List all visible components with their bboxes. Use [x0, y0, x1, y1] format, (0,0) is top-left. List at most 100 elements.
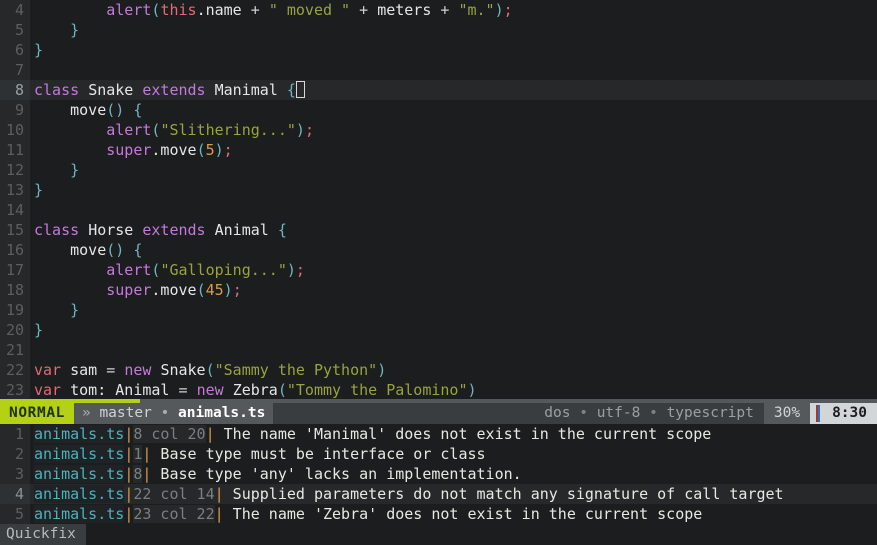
code-line[interactable]: 20} — [0, 320, 877, 340]
code-line[interactable]: 19 } — [0, 300, 877, 320]
code-line[interactable]: 12 } — [0, 160, 877, 180]
line-number: 6 — [0, 40, 30, 60]
code-text[interactable]: super.move(5); — [30, 140, 232, 160]
code-token: + — [350, 1, 378, 19]
code-text[interactable]: alert("Galloping..."); — [30, 260, 305, 280]
code-line[interactable]: 16 move() { — [0, 240, 877, 260]
quickfix-item[interactable]: 3 animals.ts|8| Base type 'any' lacks an … — [0, 464, 877, 484]
quickfix-list[interactable]: 1 animals.ts|8 col 20| The name 'Manimal'… — [0, 424, 877, 524]
vim-editor-window: 4 alert(this.name + " moved " + meters +… — [0, 0, 877, 545]
quickfix-item-body: animals.ts|22 col 14| Supplied parameter… — [30, 484, 784, 504]
file-encoding: utf-8 — [596, 405, 641, 421]
code-line[interactable]: 18 super.move(45); — [0, 280, 877, 300]
quickfix-message: Base type must be interface or class — [151, 445, 486, 463]
code-text[interactable]: class Horse extends Animal { — [30, 220, 287, 240]
quickfix-message: Base type 'any' lacks an implementation. — [151, 465, 522, 483]
code-token: ) — [494, 1, 504, 19]
code-text[interactable]: } — [30, 320, 43, 340]
code-token: Animal — [214, 221, 278, 239]
bottom-bar: Quickfix — [0, 524, 877, 545]
code-text[interactable]: var sam = new Snake("Sammy the Python") — [30, 360, 386, 380]
code-line[interactable]: 17 alert("Galloping..."); — [0, 260, 877, 280]
branch-arrow-icon: » — [81, 405, 91, 421]
code-text[interactable]: super.move(45); — [30, 280, 242, 300]
code-text[interactable]: } — [30, 300, 79, 320]
code-text[interactable]: } — [30, 180, 43, 200]
quickfix-item[interactable]: 1 animals.ts|8 col 20| The name 'Manimal'… — [0, 424, 877, 444]
line-number: 9 — [0, 100, 30, 120]
code-text[interactable]: } — [30, 20, 79, 40]
code-text[interactable]: move() { — [30, 240, 142, 260]
code-token: { — [286, 81, 296, 99]
line-number: 10 — [0, 120, 30, 140]
code-line[interactable]: 6} — [0, 40, 877, 60]
code-token: () — [106, 241, 134, 259]
code-token: alert — [106, 1, 152, 19]
code-line[interactable]: 11 super.move(5); — [0, 140, 877, 160]
code-line[interactable]: 15 class Horse extends Animal { — [0, 220, 877, 240]
separator-dot-icon-3: • — [649, 405, 658, 421]
quickfix-item-body: animals.ts|8 col 20| The name 'Manimal' … — [30, 424, 711, 444]
code-text[interactable]: class Snake extends Manimal { — [30, 80, 305, 100]
code-line[interactable]: 23 var tom: Animal = new Zebra("Tommy the… — [0, 380, 877, 400]
code-token: new — [124, 361, 161, 379]
code-text[interactable]: } — [30, 160, 79, 180]
line-number: 12 — [0, 160, 30, 180]
code-token: () — [106, 101, 134, 119]
quickfix-item[interactable]: 5 animals.ts|23 col 22| The name 'Zebra' … — [0, 504, 877, 524]
code-token: .name — [196, 1, 251, 19]
line-number: 20 — [0, 320, 30, 340]
code-token: ; — [232, 281, 242, 299]
quickfix-message: Supplied parameters do not match any sig… — [223, 485, 784, 503]
line-number: 7 — [0, 60, 30, 80]
quickfix-filename: animals.ts — [34, 425, 125, 443]
quickfix-separator-2: | — [214, 485, 224, 503]
code-token: var — [34, 361, 71, 379]
code-token: sam — [70, 361, 107, 379]
code-text[interactable]: var tom: Animal = new Zebra("Tommy the P… — [30, 380, 477, 400]
code-line[interactable]: 8 class Snake extends Manimal { — [0, 80, 877, 100]
quickfix-location: 8 col 20 — [133, 425, 206, 443]
code-line[interactable]: 13} — [0, 180, 877, 200]
code-text[interactable]: move() { — [30, 100, 142, 120]
code-line[interactable]: 4 alert(this.name + " moved " + meters +… — [0, 0, 877, 20]
code-text[interactable]: alert("Slithering..."); — [30, 120, 314, 140]
code-token: "Sammy the Python" — [214, 361, 378, 379]
code-token: ( — [277, 381, 287, 399]
quickfix-item[interactable]: 4 animals.ts|22 col 14| Supplied paramete… — [0, 484, 877, 504]
code-token: super — [106, 141, 152, 159]
git-branch-segment: » master • animals.ts — [73, 403, 274, 424]
file-info-segment: dos • utf-8 • typescript — [534, 403, 764, 424]
mode-indicator: NORMAL — [0, 403, 74, 424]
code-token: tom: — [70, 381, 116, 399]
code-token: "Galloping..." — [160, 261, 287, 279]
position-bar-icon — [816, 405, 821, 422]
code-buffer[interactable]: 4 alert(this.name + " moved " + meters +… — [0, 0, 877, 403]
code-line[interactable]: 7 — [0, 60, 877, 80]
code-token: var — [34, 381, 71, 399]
code-line[interactable]: 9 move() { — [0, 100, 877, 120]
line-number: 16 — [0, 240, 30, 260]
code-token: Snake — [88, 81, 143, 99]
status-line: NORMAL » master • animals.ts dos • utf-8… — [0, 403, 877, 424]
code-token: { — [133, 101, 143, 119]
code-line[interactable]: 21 — [0, 340, 877, 360]
code-text[interactable]: } — [30, 40, 43, 60]
code-line[interactable]: 14 — [0, 200, 877, 220]
quickfix-message: The name 'Zebra' does not exist in the c… — [223, 505, 703, 523]
quickfix-item[interactable]: 2 animals.ts|1| Base type must be interfa… — [0, 444, 877, 464]
code-token: + — [250, 1, 269, 19]
code-token: alert — [106, 261, 152, 279]
line-number: 18 — [0, 280, 30, 300]
code-text[interactable]: alert(this.name + " moved " + meters + "… — [30, 0, 512, 20]
code-line[interactable]: 22 var sam = new Snake("Sammy the Python"… — [0, 360, 877, 380]
quickfix-item-body: animals.ts|8| Base type 'any' lacks an i… — [30, 464, 522, 484]
code-token: Horse — [88, 221, 143, 239]
code-line[interactable]: 10 alert("Slithering..."); — [0, 120, 877, 140]
code-token: ) — [286, 261, 296, 279]
code-line[interactable]: 5 } — [0, 20, 877, 40]
code-token: extends — [142, 81, 215, 99]
